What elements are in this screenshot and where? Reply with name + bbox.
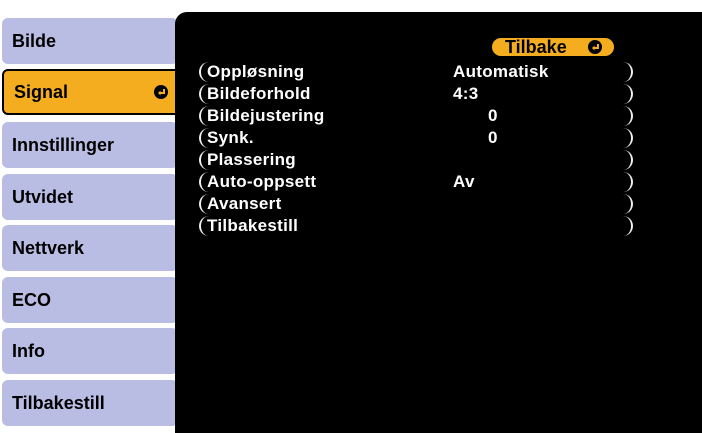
menu-item-tilbakestill[interactable]: Tilbakestill [199, 216, 633, 236]
tab-tilbakestill[interactable]: Tilbakestill [2, 380, 178, 426]
menu-item-label: Tilbakestill [207, 216, 299, 235]
menu-sidebar: Bilde Signal Innstillinger Utvidet Nettv… [0, 0, 185, 433]
menu-item-label: Avansert [207, 194, 282, 213]
tab-label: Utvidet [12, 186, 74, 207]
tab-nettverk[interactable]: Nettverk [2, 225, 178, 271]
menu-item-synk[interactable]: Synk. 0 [199, 128, 633, 148]
menu-item-plassering[interactable]: Plassering [199, 150, 633, 170]
menu-item-auto-oppsett[interactable]: Auto-oppsett Av [199, 172, 633, 192]
tab-eco[interactable]: ECO [2, 277, 178, 323]
tab-label: Innstillinger [12, 134, 115, 155]
menu-item-value: Av [453, 172, 475, 191]
tab-signal[interactable]: Signal [2, 69, 182, 115]
tab-bilde[interactable]: Bilde [2, 18, 178, 64]
menu-item-label: Plassering [207, 150, 296, 169]
tab-info[interactable]: Info [2, 328, 178, 374]
tab-label: Signal [14, 81, 69, 102]
tab-label: Tilbakestill [12, 392, 105, 413]
menu-item-label: Synk. [207, 128, 254, 147]
enter-icon [588, 40, 602, 54]
back-button-label: Tilbake [505, 36, 567, 57]
tab-innstillinger[interactable]: Innstillinger [2, 122, 178, 168]
menu-item-label: Bildeforhold [207, 84, 311, 103]
menu-item-label: Bildejustering [207, 106, 325, 125]
back-button[interactable]: Tilbake [490, 36, 616, 58]
menu-item-value: 0 [488, 128, 498, 147]
menu-item-value: Automatisk [453, 62, 549, 81]
menu-item-bildejustering[interactable]: Bildejustering 0 [199, 106, 633, 126]
tab-label: ECO [12, 289, 52, 310]
enter-icon [154, 85, 168, 99]
menu-item-value: 4:3 [453, 84, 479, 103]
tab-label: Bilde [12, 30, 57, 51]
tab-label: Info [12, 340, 45, 361]
menu-item-label: Auto-oppsett [207, 172, 317, 191]
tab-label: Nettverk [12, 237, 85, 258]
menu-item-bildeforhold[interactable]: Bildeforhold 4:3 [199, 84, 633, 104]
tab-utvidet[interactable]: Utvidet [2, 174, 178, 220]
menu-item-label: Oppløsning [207, 62, 305, 81]
menu-item-value: 0 [488, 106, 498, 125]
menu-item-opplosning[interactable]: Oppløsning Automatisk [199, 62, 633, 82]
menu-item-avansert[interactable]: Avansert [199, 194, 633, 214]
